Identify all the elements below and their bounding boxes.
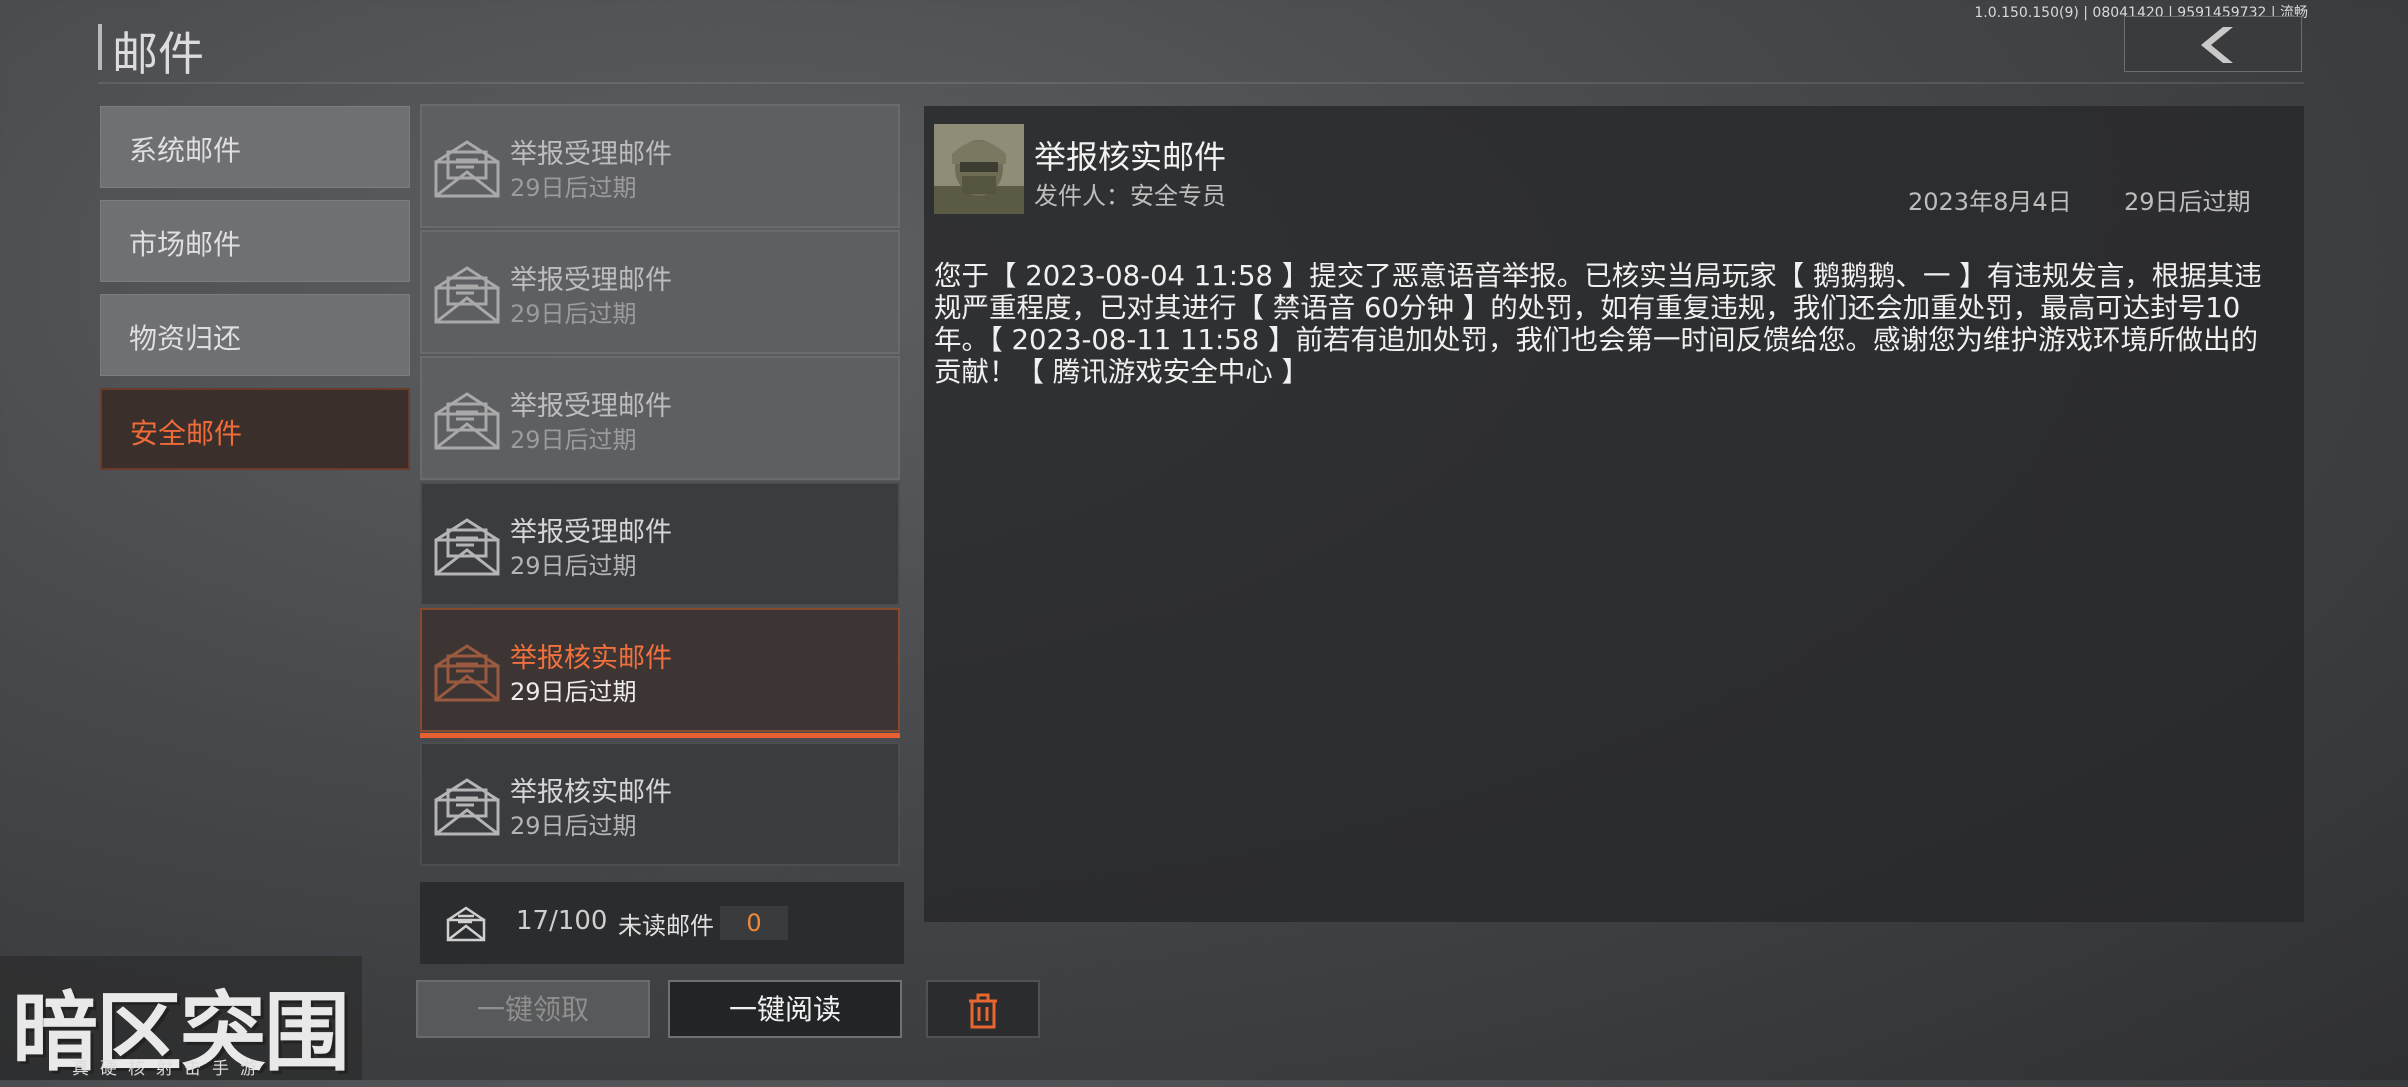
category-supply-return[interactable]: 物资归还 [100, 294, 410, 376]
envelope-open-icon [434, 140, 500, 198]
mail-body: 您于【 2023-08-04 11:58 】提交了恶意语音举报。已核实当局玩家【… [934, 260, 2262, 388]
mail-date: 2023年8月4日 [1908, 188, 2072, 216]
category-system-mail[interactable]: 系统邮件 [100, 106, 410, 188]
claim-all-label: 一键领取 [476, 993, 589, 1026]
chevron-left-icon [2201, 27, 2233, 63]
category-security-mail[interactable]: 安全邮件 [100, 388, 410, 470]
unread-count: 0 [746, 909, 762, 937]
game-logo: 暗区突围 真硬核射击手游 [0, 956, 362, 1083]
envelope-open-icon [434, 518, 500, 576]
mail-count: 17/100 [516, 906, 608, 936]
envelope-open-icon [434, 266, 500, 324]
mail-expire: 29日后过期 [510, 426, 637, 454]
envelope-open-icon [434, 644, 500, 702]
mail-expire: 29日后过期 [510, 812, 637, 840]
mail-list[interactable]: 举报受理邮件 29日后过期 举报受理邮件 29日后过期 举报受理邮件 29日后过… [420, 104, 904, 882]
category-market-mail[interactable]: 市场邮件 [100, 200, 410, 282]
unread-count-badge: 0 [720, 906, 788, 940]
mail-sender: 发件人：安全专员 [1034, 182, 1226, 210]
unread-label: 未读邮件 [618, 912, 714, 940]
mail-item-selected[interactable]: 举报核实邮件 29日后过期 [420, 608, 900, 738]
mail-expire: 29日后过期 [510, 678, 637, 706]
envelope-icon [446, 906, 486, 942]
mail-item[interactable]: 举报受理邮件 29日后过期 [420, 356, 900, 480]
title-accent-bar [98, 24, 102, 70]
mail-item[interactable]: 举报受理邮件 29日后过期 [420, 230, 900, 354]
back-button[interactable] [2124, 16, 2302, 72]
header-divider [98, 82, 2304, 84]
page-title-text: 邮件 [112, 27, 204, 81]
mail-item[interactable]: 举报受理邮件 29日后过期 [420, 482, 900, 606]
mail-title: 举报核实邮件 [510, 777, 672, 808]
mail-expire: 29日后过期 [510, 552, 637, 580]
category-label: 物资归还 [129, 322, 242, 355]
trash-icon [969, 993, 997, 1029]
envelope-open-icon [434, 392, 500, 450]
envelope-open-icon [434, 778, 500, 836]
mail-title: 举报受理邮件 [510, 139, 672, 170]
category-label: 市场邮件 [129, 228, 242, 261]
claim-all-button[interactable]: 一键领取 [416, 980, 650, 1038]
logo-slogan: 真硬核射击手游 [72, 1059, 268, 1079]
mail-counter-bar: 17/100 未读邮件 0 [420, 882, 904, 964]
mail-title: 举报受理邮件 [510, 517, 672, 548]
read-all-label: 一键阅读 [728, 993, 841, 1026]
mail-title: 举报受理邮件 [510, 391, 672, 422]
mail-expire: 29日后过期 [510, 174, 637, 202]
read-all-button[interactable]: 一键阅读 [668, 980, 902, 1038]
category-label: 安全邮件 [130, 417, 243, 450]
category-label: 系统邮件 [129, 134, 242, 167]
mail-item[interactable]: 举报核实邮件 29日后过期 [420, 742, 900, 866]
selection-underline [420, 733, 900, 738]
mail-expire: 29日后过期 [510, 300, 637, 328]
mail-item[interactable]: 举报受理邮件 29日后过期 [420, 104, 900, 228]
mail-expire-detail: 29日后过期 [2124, 188, 2251, 216]
sender-avatar [934, 124, 1024, 214]
mail-title: 举报受理邮件 [510, 265, 672, 296]
mail-title: 举报核实邮件 [510, 643, 672, 674]
mail-subject: 举报核实邮件 [1034, 138, 1227, 176]
mail-detail-panel: 举报核实邮件 发件人：安全专员 2023年8月4日 29日后过期 您于【 202… [924, 106, 2304, 922]
delete-button[interactable] [926, 980, 1040, 1038]
